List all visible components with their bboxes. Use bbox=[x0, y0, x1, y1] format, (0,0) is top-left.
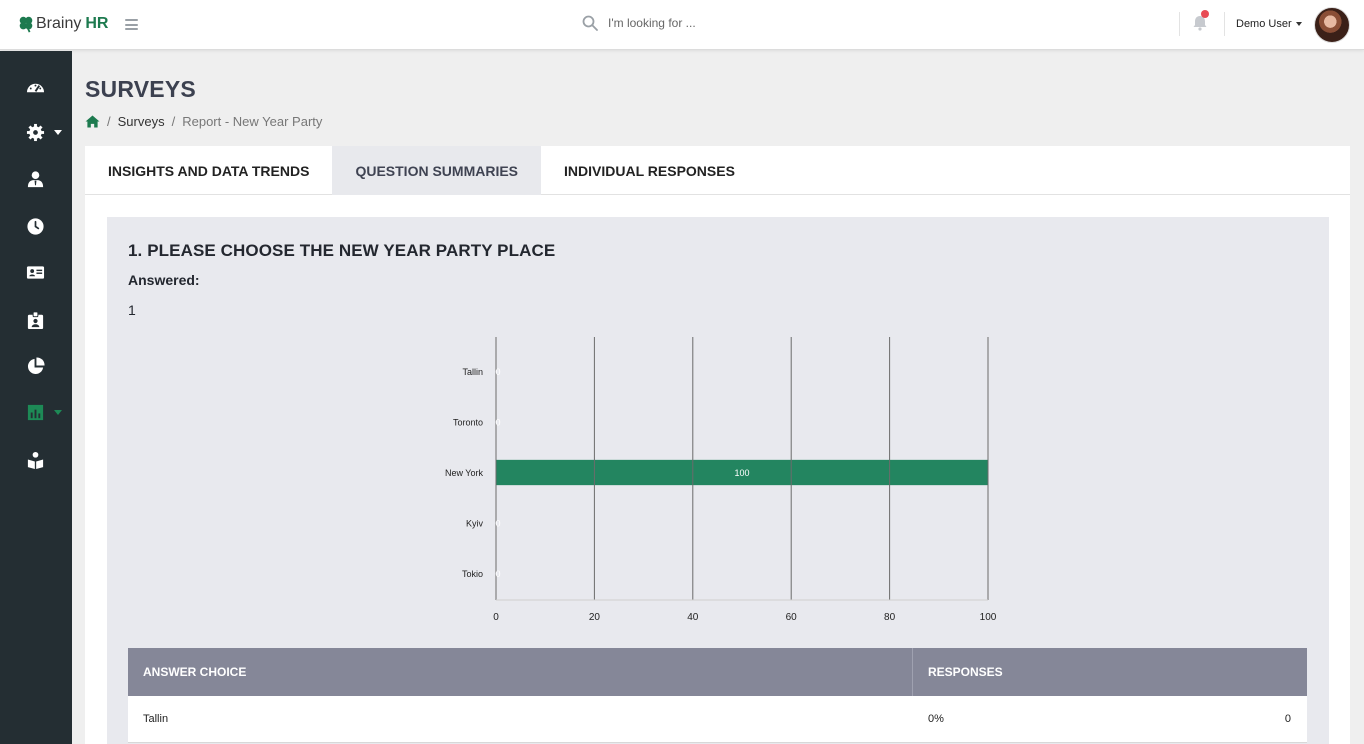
book-reader-icon bbox=[27, 451, 44, 469]
y-category-label: Toronto bbox=[453, 417, 483, 427]
sidebar-item-analytics[interactable] bbox=[0, 351, 72, 381]
divider bbox=[1224, 12, 1225, 36]
table-row: Tallin 0% 0 bbox=[128, 696, 1307, 743]
question-title: 1. PLEASE CHOOSE THE NEW YEAR PARTY PLAC… bbox=[128, 241, 556, 260]
breadcrumb-current: Report - New Year Party bbox=[182, 114, 323, 129]
bar-chart-icon bbox=[27, 404, 44, 420]
dashboard-icon bbox=[26, 83, 45, 92]
tab-question-summaries[interactable]: QUESTION SUMMARIES bbox=[332, 146, 542, 195]
column-header-responses: RESPONSES bbox=[928, 665, 1003, 679]
search-icon bbox=[582, 15, 598, 31]
breadcrumb-surveys[interactable]: Surveys bbox=[118, 114, 165, 129]
bell-icon[interactable] bbox=[1191, 10, 1209, 32]
x-tick-label: 100 bbox=[980, 612, 997, 623]
page-title: SURVEYS bbox=[85, 76, 196, 102]
responses-cell: 0% 0 bbox=[913, 696, 1307, 742]
answered-label: Answered: bbox=[128, 272, 200, 288]
answer-choice-cell: Tallin bbox=[143, 713, 169, 725]
answers-table: ANSWER CHOICE RESPONSES Tallin 0% 0 bbox=[128, 648, 1307, 743]
tab-insights[interactable]: INSIGHTS AND DATA TRENDS bbox=[85, 146, 332, 195]
x-tick-label: 80 bbox=[884, 612, 896, 623]
data-label: 0 bbox=[495, 417, 500, 427]
table-header: ANSWER CHOICE RESPONSES bbox=[128, 648, 1307, 696]
user-icon bbox=[27, 170, 44, 187]
home-icon[interactable] bbox=[85, 115, 100, 128]
x-tick-label: 40 bbox=[687, 612, 699, 623]
sidebar-item-directory[interactable] bbox=[0, 257, 72, 287]
chevron-down-icon bbox=[54, 409, 62, 415]
x-tick-label: 20 bbox=[589, 612, 601, 623]
sidebar-item-employees[interactable] bbox=[0, 164, 72, 194]
question-panel: 1. PLEASE CHOOSE THE NEW YEAR PARTY PLAC… bbox=[107, 217, 1329, 744]
data-label: 100 bbox=[734, 468, 749, 478]
sidebar bbox=[0, 51, 72, 744]
brand-suffix: HR bbox=[85, 15, 109, 32]
sidebar-item-reports[interactable] bbox=[0, 397, 72, 427]
breadcrumb: / Surveys / Report - New Year Party bbox=[85, 114, 322, 129]
x-tick-label: 0 bbox=[493, 612, 499, 623]
sidebar-item-settings[interactable] bbox=[0, 117, 72, 147]
brand-logo[interactable]: Brainy HR bbox=[17, 15, 108, 33]
top-bar: Brainy HR Demo User bbox=[0, 0, 1364, 50]
tab-bar: INSIGHTS AND DATA TRENDS QUESTION SUMMAR… bbox=[85, 146, 1350, 195]
report-card: INSIGHTS AND DATA TRENDS QUESTION SUMMAR… bbox=[85, 146, 1350, 744]
avatar[interactable] bbox=[1314, 7, 1350, 43]
divider bbox=[1179, 12, 1180, 36]
tab-individual-responses[interactable]: INDIVIDUAL RESPONSES bbox=[541, 146, 758, 195]
column-header-answer-choice: ANSWER CHOICE bbox=[128, 648, 913, 696]
data-label: 0 bbox=[495, 367, 500, 377]
clock-icon bbox=[27, 217, 44, 235]
response-count: 0 bbox=[1284, 713, 1291, 725]
sidebar-item-badges[interactable] bbox=[0, 305, 72, 335]
y-category-label: Tokio bbox=[462, 569, 483, 579]
pie-chart-icon bbox=[27, 356, 45, 374]
sidebar-item-dashboard[interactable] bbox=[0, 72, 72, 102]
search-input[interactable] bbox=[608, 16, 808, 30]
x-tick-label: 60 bbox=[786, 612, 798, 623]
badge-icon bbox=[27, 310, 44, 329]
user-name: Demo User bbox=[1236, 18, 1292, 30]
response-percent: 0% bbox=[928, 713, 944, 725]
hamburger-icon[interactable] bbox=[125, 19, 138, 30]
brand-name: Brainy bbox=[36, 15, 82, 32]
chevron-down-icon bbox=[1295, 22, 1302, 26]
notification-dot bbox=[1201, 10, 1209, 18]
search-bar bbox=[582, 15, 808, 31]
answered-count: 1 bbox=[128, 302, 136, 318]
sidebar-item-time[interactable] bbox=[0, 211, 72, 241]
responses-bar-chart: 0 20 40 60 80 100 Tallin 0 Toronto 0 New York 100 Ky… bbox=[445, 337, 997, 623]
clover-icon bbox=[19, 16, 33, 33]
y-category-label: Tallin bbox=[462, 367, 483, 377]
data-label: 0 bbox=[495, 519, 500, 529]
data-label: 0 bbox=[495, 569, 500, 579]
chevron-down-icon bbox=[54, 129, 62, 135]
sidebar-item-learning[interactable] bbox=[0, 445, 72, 475]
user-menu[interactable]: Demo User bbox=[1236, 18, 1302, 30]
y-category-label: Kyiv bbox=[466, 519, 484, 529]
id-card-icon bbox=[26, 265, 45, 279]
gear-icon bbox=[26, 123, 45, 141]
y-category-label: New York bbox=[445, 468, 484, 478]
